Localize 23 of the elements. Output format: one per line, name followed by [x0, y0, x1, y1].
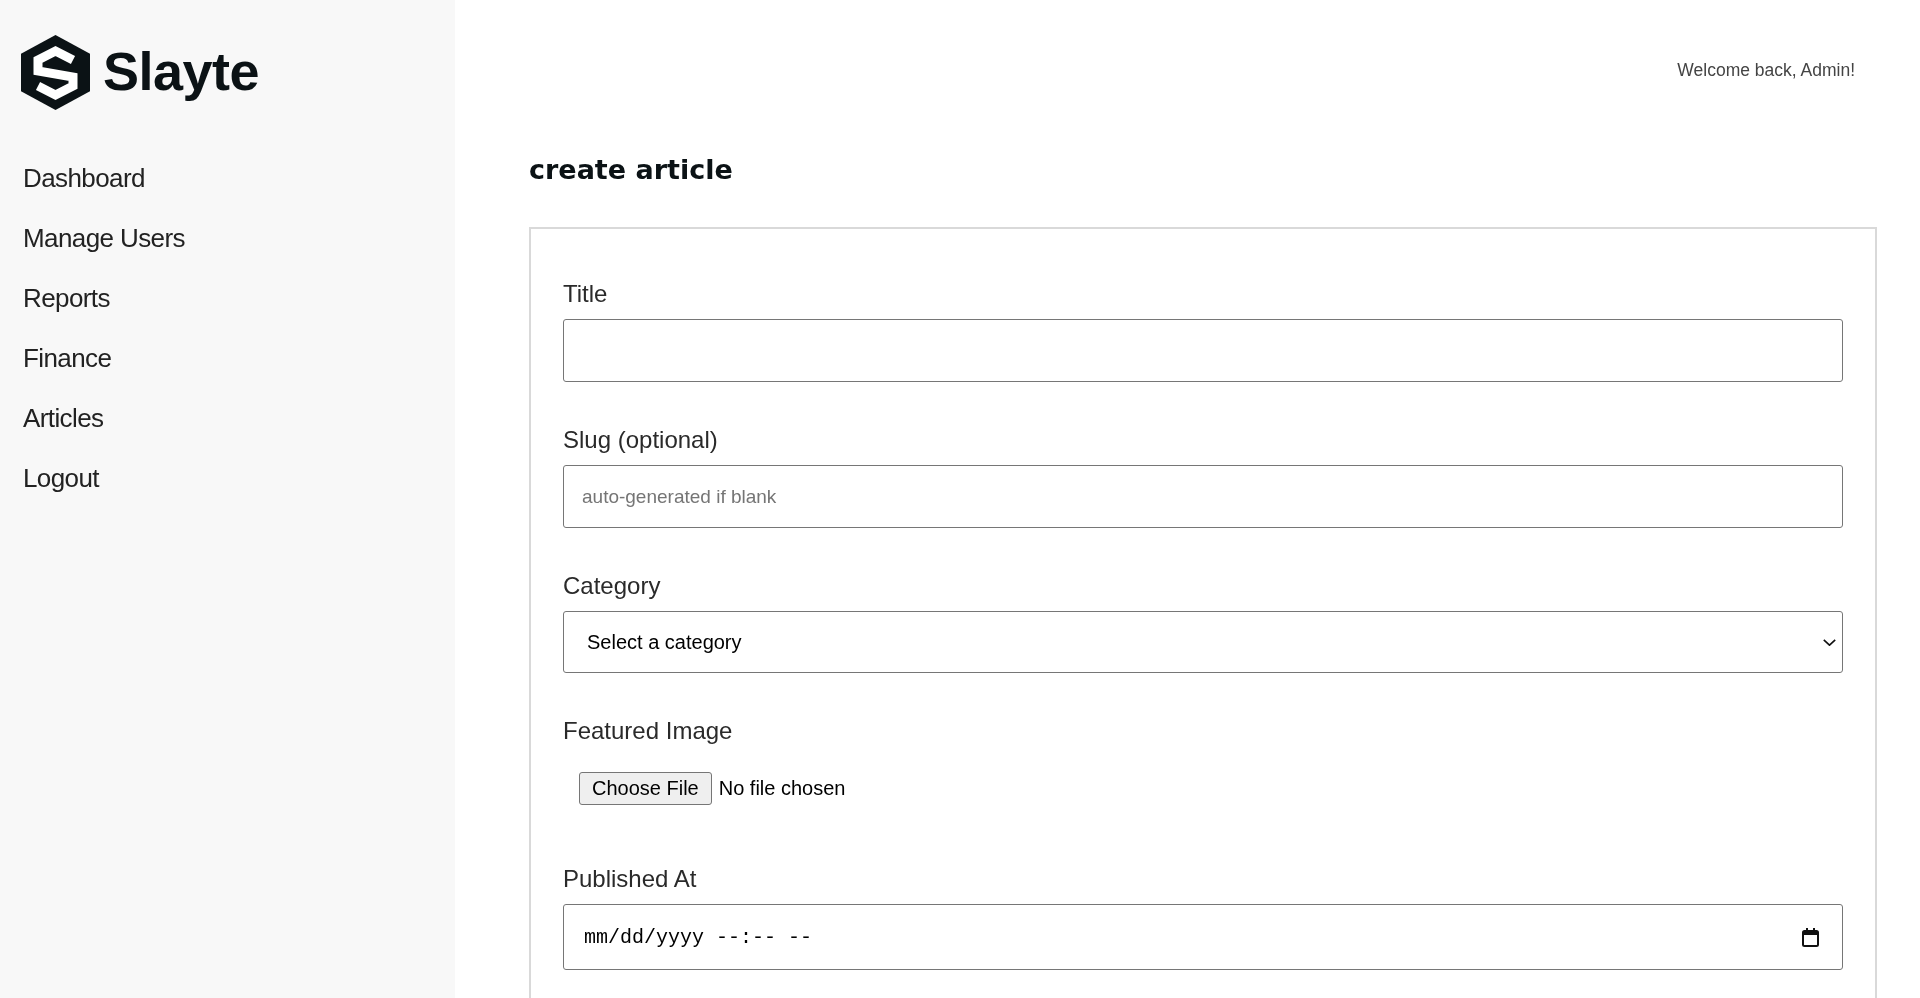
field-label: Title [563, 279, 608, 309]
page-title: create article [529, 153, 733, 187]
field-label: Category [563, 571, 661, 601]
field-label: Featured Image [563, 716, 733, 746]
dropdown-select[interactable]: Select a category [563, 611, 1843, 673]
sidebar-link[interactable]: Dashboard [23, 148, 145, 208]
datetime-input[interactable]: mm/dd/yyyy --:-- -- [563, 904, 1843, 970]
file-status-text: No file chosen [718, 777, 846, 800]
greeting-text: Welcome back, Admin! [1677, 60, 1855, 80]
logo-text[interactable]: Slayte [103, 43, 260, 102]
sidebar-link[interactable]: Reports [23, 268, 110, 328]
field-label: Published At [563, 864, 697, 894]
field-label: Slug (optional) [563, 425, 718, 455]
choose-file-button[interactable]: Choose File [579, 772, 712, 805]
logo-icon [21, 35, 90, 110]
chevron-down-icon [1823, 638, 1836, 646]
text-input[interactable]: auto-generated if blank [563, 465, 1843, 528]
sidebar-link[interactable]: Manage Users [23, 208, 185, 268]
sidebar-link[interactable]: Logout [23, 448, 99, 508]
sidebar-link[interactable]: Finance [23, 328, 112, 388]
sidebar-link[interactable]: Articles [23, 388, 104, 448]
text-input[interactable] [563, 319, 1843, 382]
calendar-icon[interactable] [1802, 928, 1819, 947]
